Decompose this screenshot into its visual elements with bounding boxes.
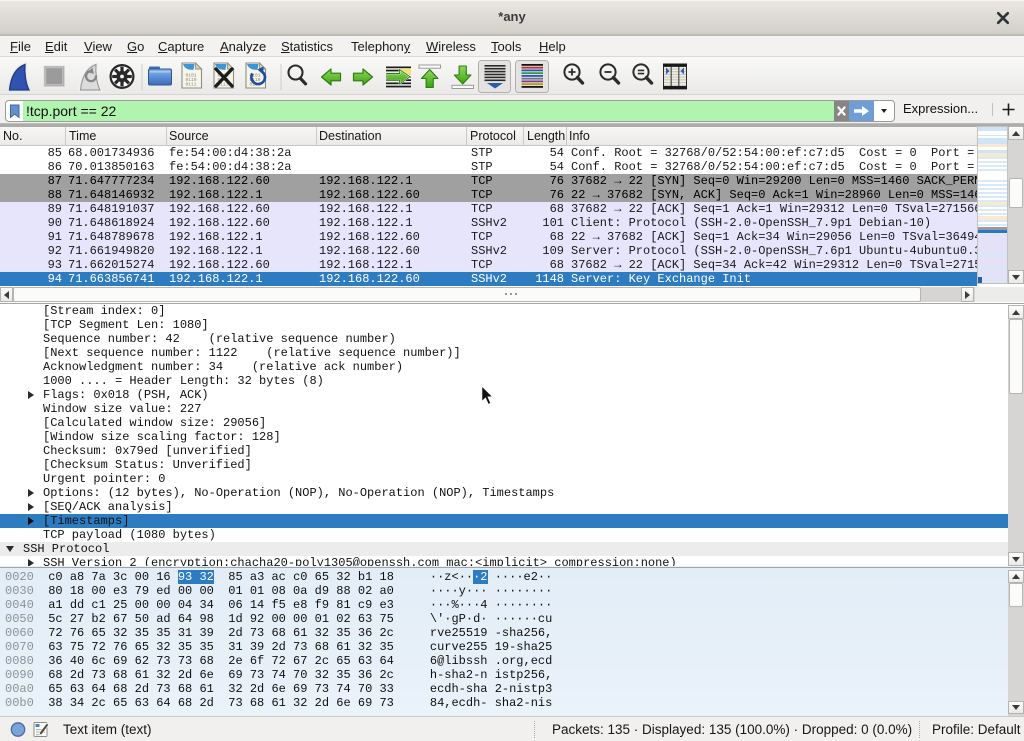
svg-text:0111: 0111 (186, 82, 197, 88)
